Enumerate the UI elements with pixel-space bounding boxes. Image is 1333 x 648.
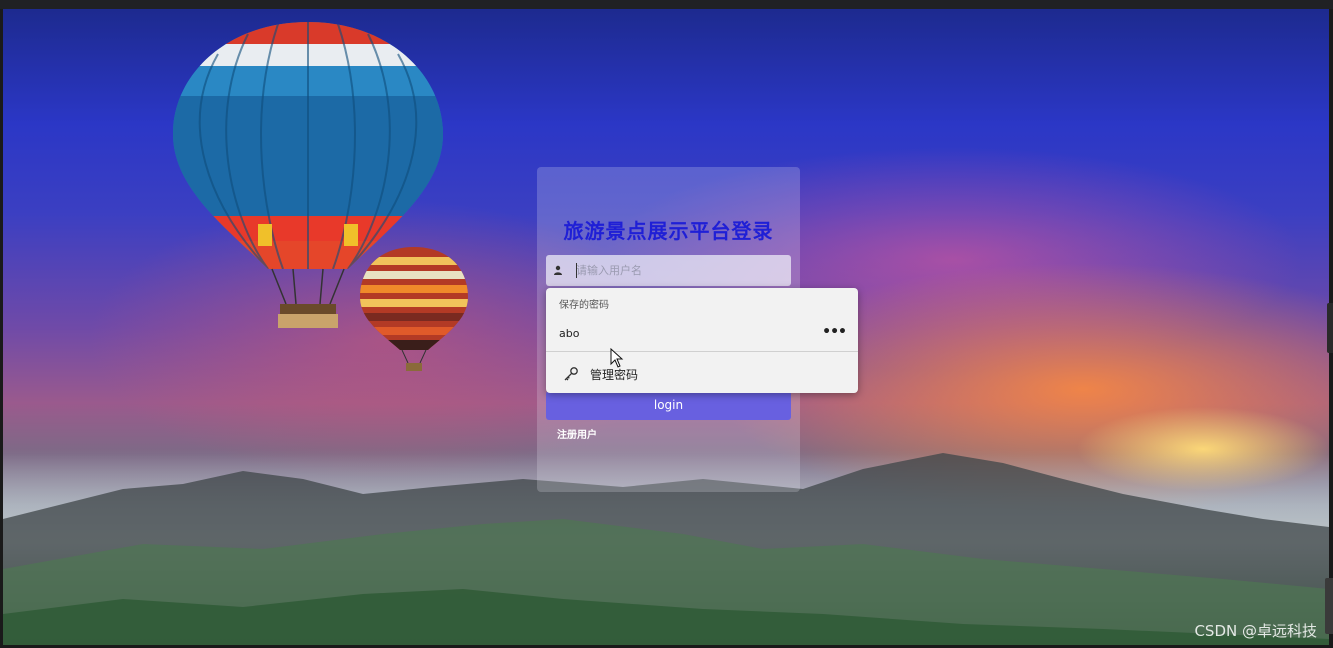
manage-passwords-item[interactable]: 管理密码: [546, 360, 858, 388]
saved-password-dropdown: 保存的密码 abo ••• 管理密码: [546, 288, 858, 393]
login-button[interactable]: login: [546, 391, 791, 420]
mouse-cursor-icon: [610, 348, 624, 368]
side-scroll-handle[interactable]: [1327, 303, 1333, 353]
key-icon: [564, 367, 578, 381]
username-input[interactable]: [568, 257, 791, 284]
saved-username: abo: [559, 327, 580, 340]
manage-passwords-label: 管理密码: [590, 368, 639, 382]
username-field[interactable]: [546, 255, 791, 286]
more-options-icon[interactable]: •••: [822, 324, 847, 340]
register-link[interactable]: 注册用户: [557, 426, 597, 441]
browser-top-bar: [0, 0, 1333, 9]
login-title: 旅游景点展示平台登录: [563, 219, 774, 243]
watermark: CSDN @卓远科技: [1194, 622, 1317, 640]
saved-password-header: 保存的密码: [559, 300, 609, 311]
saved-password-item[interactable]: abo •••: [546, 318, 858, 350]
text-caret: [576, 263, 577, 278]
divider: [546, 351, 858, 352]
hot-air-balloon-small: [360, 247, 468, 371]
side-panel-handle[interactable]: [1325, 578, 1333, 634]
user-icon: [554, 265, 562, 275]
